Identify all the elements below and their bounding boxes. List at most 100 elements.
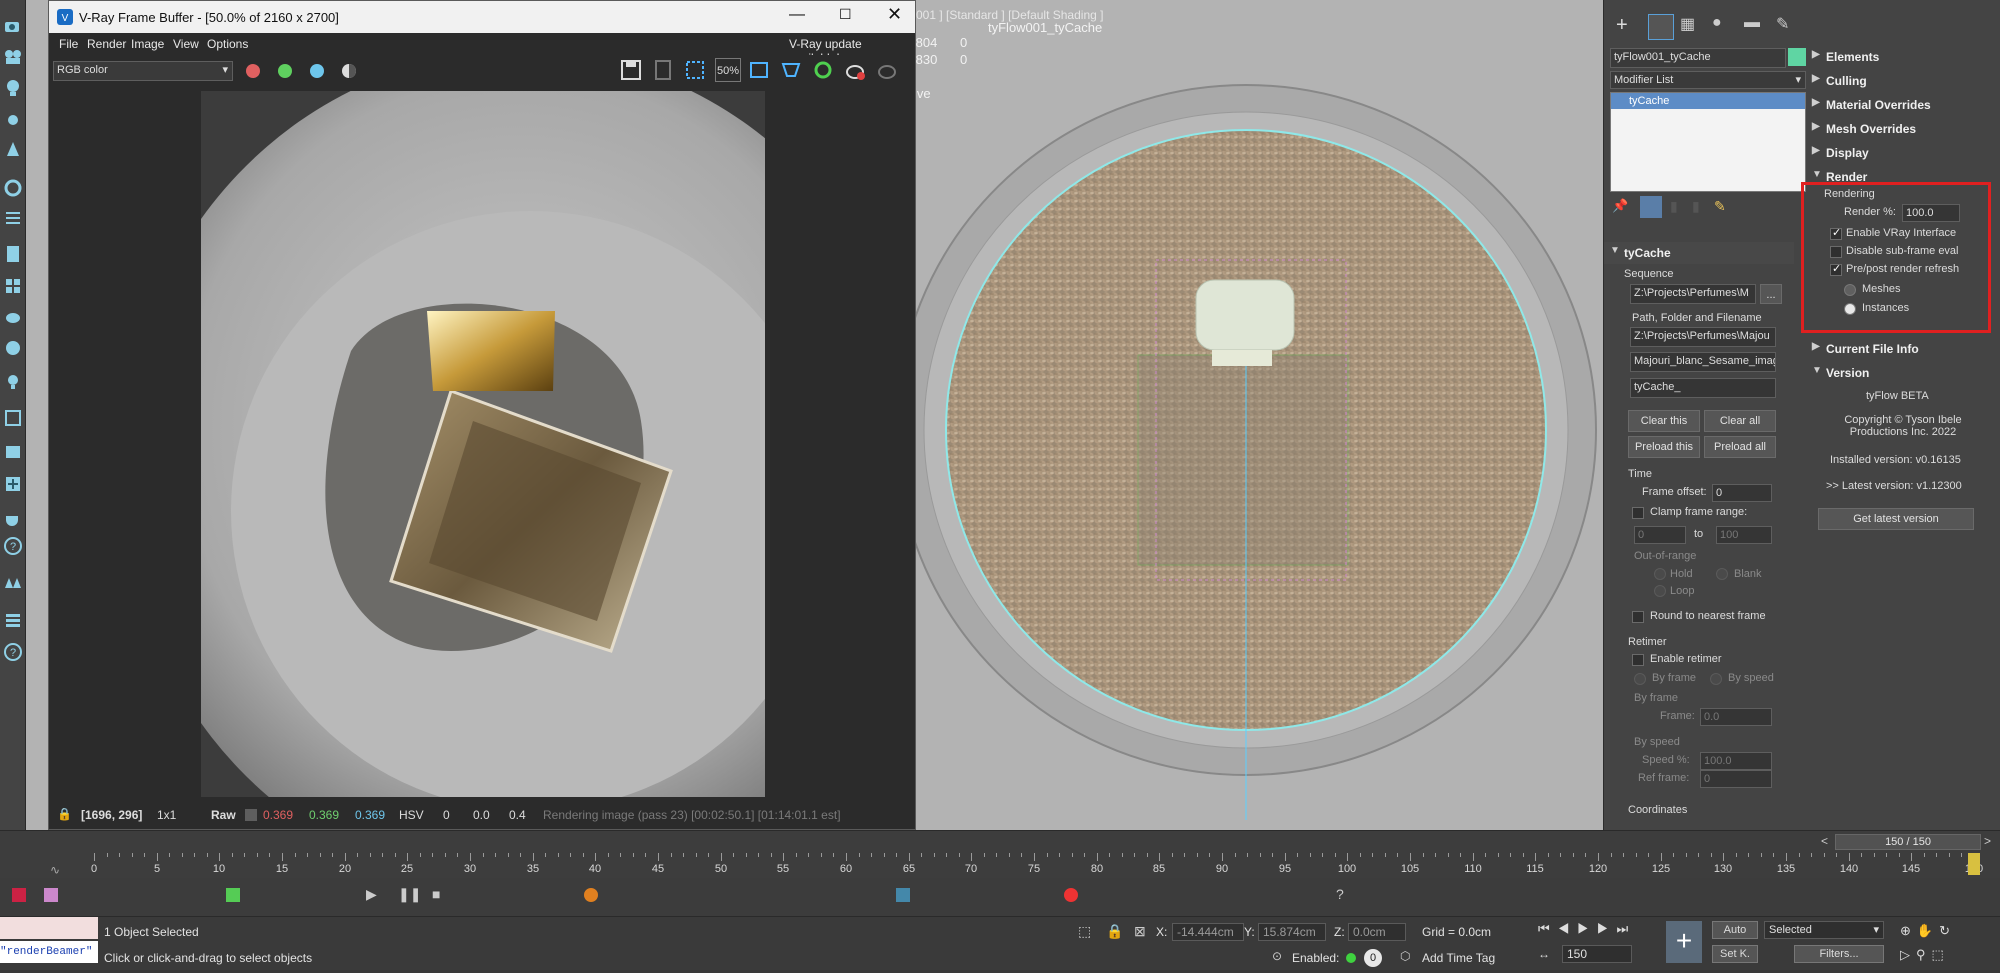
pause-icon[interactable]: ❚❚ bbox=[398, 886, 421, 903]
fire-icon[interactable] bbox=[584, 888, 598, 902]
by-speed-radio[interactable] bbox=[1710, 673, 1722, 685]
refresh-icon[interactable] bbox=[811, 58, 837, 82]
rollout-tycache[interactable]: ▼ tyCache bbox=[1604, 242, 1794, 264]
record-icon[interactable] bbox=[1064, 888, 1078, 902]
script-listener-bottom[interactable]: "renderBeamer" bbox=[0, 941, 98, 963]
stop-render-icon[interactable] bbox=[875, 58, 901, 82]
time-slider[interactable]: 150 / 150 bbox=[1835, 834, 1981, 850]
clamp-from-spinner[interactable]: 0 bbox=[1634, 526, 1686, 544]
folder-field[interactable]: Majouri_blanc_Sesame_imag bbox=[1630, 352, 1776, 372]
script-listener-top[interactable] bbox=[0, 917, 98, 939]
instances-radio[interactable] bbox=[1844, 303, 1856, 315]
auto-key-button[interactable]: Auto bbox=[1712, 921, 1758, 939]
key-filter-select[interactable]: Selected ▾ bbox=[1764, 921, 1884, 939]
timeline-ruler[interactable]: 0 5 10 15 20 25 30 35 40 45 50 55 60 65 70 75 80 85 90 95 10… bbox=[54, 853, 1984, 877]
camera-group-icon[interactable] bbox=[3, 46, 23, 66]
hierarchy-tab-icon[interactable]: ▦ bbox=[1680, 14, 1706, 40]
ref-frame-spinner[interactable]: 0 bbox=[1700, 770, 1772, 788]
playback-controls[interactable]: ⏮◀▶▶⏭ bbox=[1538, 921, 1636, 937]
render-icon[interactable] bbox=[3, 442, 23, 462]
clamp-frame-range-checkbox[interactable] bbox=[1632, 507, 1644, 519]
tool-icon-3[interactable] bbox=[226, 888, 240, 902]
current-frame-marker[interactable] bbox=[1968, 853, 1980, 875]
rollout-current-file-info[interactable]: ▶ Current File Info bbox=[1806, 338, 1986, 360]
rollout-mesh-overrides[interactable]: ▶ Mesh Overrides bbox=[1806, 118, 1986, 140]
stop-icon[interactable]: ■ bbox=[432, 886, 440, 902]
channel-select[interactable]: RGB color ▾ bbox=[53, 61, 233, 81]
time-tag-icon[interactable]: ⬡ bbox=[1400, 949, 1410, 963]
round-nearest-checkbox[interactable] bbox=[1632, 611, 1644, 623]
show-end-result-icon[interactable] bbox=[1640, 196, 1662, 218]
color-space-select[interactable]: HSV bbox=[399, 808, 424, 822]
frame-spinner[interactable]: 0.0 bbox=[1700, 708, 1772, 726]
camera-icon[interactable] bbox=[3, 16, 23, 36]
absolute-mode-icon[interactable]: ⊠ bbox=[1134, 923, 1146, 940]
document-icon[interactable] bbox=[3, 244, 23, 264]
light-icon[interactable] bbox=[3, 78, 23, 98]
timeline-prev-icon[interactable]: < bbox=[1821, 834, 1828, 848]
utilities-tab-icon[interactable]: ✎ bbox=[1776, 14, 1802, 40]
browse-button[interactable]: ... bbox=[1760, 284, 1782, 304]
close-button[interactable]: ✕ bbox=[887, 4, 902, 25]
z-coordinate-field[interactable]: 0.0cm bbox=[1348, 923, 1406, 941]
by-frame-radio[interactable] bbox=[1634, 673, 1646, 685]
loop-radio[interactable] bbox=[1654, 585, 1666, 597]
rollout-material-overrides[interactable]: ▶ Material Overrides bbox=[1806, 94, 1986, 116]
frame-icon[interactable] bbox=[3, 408, 23, 428]
follow-mouse-icon[interactable] bbox=[747, 58, 773, 82]
clamp-to-spinner[interactable]: 100 bbox=[1716, 526, 1772, 544]
teapot-icon[interactable] bbox=[3, 306, 23, 326]
rotate-icon[interactable] bbox=[3, 178, 23, 198]
rollout-elements[interactable]: ▶ Elements bbox=[1806, 46, 1986, 68]
timeline[interactable]: < 150 / 150 > ∿ 0 5 10 15 20 25 30 35 40 45 50 55 60… bbox=[0, 830, 2000, 878]
save-image-icon[interactable] bbox=[619, 58, 645, 82]
timeline-next-icon[interactable]: > bbox=[1984, 834, 1991, 848]
interactive-render-icon[interactable] bbox=[779, 58, 805, 82]
modifier-stack-item-tycache[interactable]: tyCache bbox=[1611, 93, 1805, 109]
maximize-button[interactable]: ☐ bbox=[839, 6, 852, 23]
help-icon-2[interactable]: ? bbox=[3, 642, 23, 662]
current-frame-field[interactable]: 150 bbox=[1562, 945, 1632, 963]
rollout-display[interactable]: ▶ Display bbox=[1806, 142, 1986, 164]
motion-tab-icon[interactable]: ● bbox=[1712, 14, 1738, 40]
lock-selection-icon[interactable]: 🔒 bbox=[1106, 923, 1123, 940]
list-icon[interactable] bbox=[3, 208, 23, 228]
help-icon[interactable]: ? bbox=[3, 536, 23, 556]
object-color-swatch[interactable] bbox=[1788, 48, 1806, 66]
enable-vray-interface-checkbox[interactable] bbox=[1830, 226, 1842, 240]
lock-icon[interactable]: 🔒 bbox=[57, 807, 72, 821]
rendered-image[interactable] bbox=[201, 91, 765, 797]
tool-icon-1[interactable] bbox=[12, 888, 26, 902]
meshes-radio[interactable] bbox=[1844, 284, 1856, 296]
enabled-indicator[interactable] bbox=[1346, 953, 1356, 963]
preload-all-button[interactable]: Preload all bbox=[1704, 436, 1776, 458]
menu-view[interactable]: View bbox=[173, 37, 199, 51]
play-icon[interactable]: ▶ bbox=[366, 886, 377, 903]
hold-radio[interactable] bbox=[1654, 568, 1666, 580]
make-unique-icon[interactable]: ▮ bbox=[1670, 198, 1678, 215]
create-tab-icon[interactable]: + bbox=[1616, 14, 1642, 40]
viewport-nav-icons[interactable]: ⊕✋↻ bbox=[1900, 923, 1956, 939]
layers-icon[interactable] bbox=[3, 610, 23, 630]
forest-icon[interactable] bbox=[3, 574, 23, 594]
clear-image-icon[interactable] bbox=[651, 58, 677, 82]
enabled-count-badge[interactable]: 0 bbox=[1364, 949, 1382, 967]
modify-tab-icon[interactable] bbox=[1648, 14, 1674, 40]
modifier-list-dropdown[interactable]: Modifier List ▾ bbox=[1610, 71, 1806, 89]
menu-render[interactable]: Render bbox=[87, 37, 126, 51]
tool-icon-4[interactable] bbox=[896, 888, 910, 902]
filename-field[interactable]: tyCache_ bbox=[1630, 378, 1776, 398]
sun-icon[interactable] bbox=[3, 110, 23, 130]
tool-icon-2[interactable] bbox=[44, 888, 58, 902]
filters-button[interactable]: Filters... bbox=[1794, 945, 1884, 963]
zoom-50-button[interactable]: 50% bbox=[715, 58, 741, 82]
enable-retimer-checkbox[interactable] bbox=[1632, 654, 1644, 666]
sequence-path-field[interactable]: Z:\Projects\Perfumes\M bbox=[1630, 284, 1756, 304]
alpha-channel-icon[interactable] bbox=[339, 61, 359, 81]
lightbulb-icon[interactable] bbox=[3, 372, 23, 392]
x-coordinate-field[interactable]: -14.444cm bbox=[1172, 923, 1244, 941]
region-render-icon[interactable] bbox=[683, 58, 709, 82]
raw-toggle[interactable]: Raw bbox=[211, 808, 236, 822]
disable-subframe-checkbox[interactable] bbox=[1830, 246, 1842, 258]
add-time-tag[interactable]: Add Time Tag bbox=[1422, 951, 1495, 965]
